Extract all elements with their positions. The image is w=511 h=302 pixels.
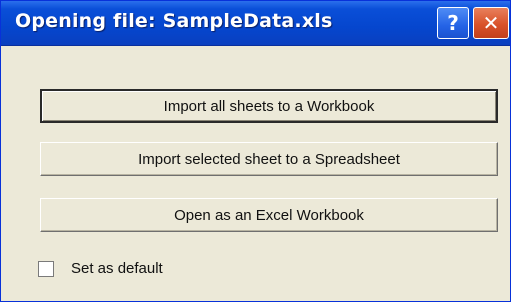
title-bar[interactable]: Opening file: SampleData.xls ? ✕ — [1, 1, 510, 46]
close-icon: ✕ — [482, 11, 500, 35]
set-as-default-label: Set as default — [71, 260, 163, 277]
set-as-default-option[interactable]: Set as default — [38, 260, 163, 277]
import-selected-sheet-button[interactable]: Import selected sheet to a Spreadsheet — [40, 142, 498, 176]
import-all-sheets-button[interactable]: Import all sheets to a Workbook — [40, 89, 498, 123]
help-icon: ? — [447, 11, 459, 35]
set-as-default-checkbox[interactable] — [38, 260, 54, 277]
dialog-body: Import all sheets to a Workbook Import s… — [1, 46, 510, 301]
help-button[interactable]: ? — [437, 7, 469, 39]
dialog-title: Opening file: SampleData.xls — [15, 10, 333, 32]
close-button[interactable]: ✕ — [473, 7, 509, 39]
opening-file-dialog: Opening file: SampleData.xls ? ✕ Import … — [0, 0, 511, 302]
open-as-excel-workbook-button[interactable]: Open as an Excel Workbook — [40, 198, 498, 232]
